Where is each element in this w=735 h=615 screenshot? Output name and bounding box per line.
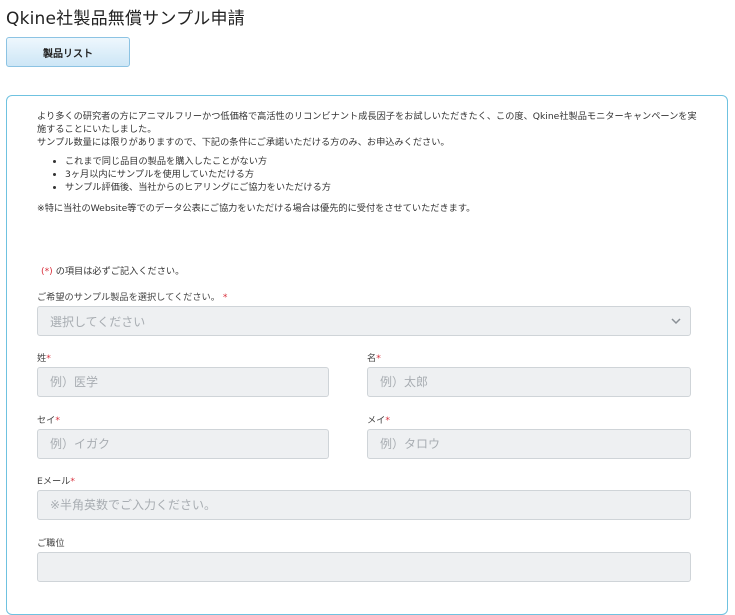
- first-name-kana-input[interactable]: [367, 429, 691, 459]
- label-text: ご希望のサンプル製品を選択してください。: [37, 292, 220, 303]
- page-title: Qkine社製品無償サンプル申請: [6, 9, 245, 29]
- last-name-kana-input[interactable]: [37, 429, 329, 459]
- label-text: メイ: [367, 415, 386, 426]
- required-mark: (*): [41, 266, 53, 277]
- product-list-button[interactable]: 製品リスト: [6, 37, 130, 67]
- required-asterisk: *: [46, 353, 51, 364]
- conditions-list: これまで同じ品目の製品を購入したことがない方 3ヶ月以内にサンプルを使用していた…: [37, 155, 702, 194]
- first-name-input[interactable]: [367, 367, 691, 397]
- required-note-text: の項目は必ずご記入ください。: [55, 266, 185, 277]
- intro-paragraph: より多くの研究者の方にアニマルフリーかつ低価格で高活性のリコンビナント成長因子を…: [37, 111, 697, 135]
- product-select[interactable]: 選択してください: [37, 306, 691, 336]
- condition-item: これまで同じ品目の製品を購入したことがない方: [65, 155, 702, 168]
- job-title-label: ご職位: [37, 535, 65, 549]
- required-note: (*) の項目は必ずご記入ください。: [41, 263, 184, 277]
- label-text: セイ: [37, 415, 56, 426]
- condition-item: 3ヶ月以内にサンプルを使用していただける方: [65, 168, 702, 181]
- label-text: ご職位: [37, 538, 65, 549]
- first-name-label: 名*: [367, 350, 381, 364]
- product-select-value: 選択してください: [50, 314, 146, 329]
- required-asterisk: *: [70, 476, 75, 487]
- intro-paragraph: サンプル数量には限りがありますので、下記の条件にご承諾いただける方のみ、お申込み…: [37, 137, 450, 148]
- last-name-kana-label: セイ*: [37, 412, 60, 426]
- first-name-kana-label: メイ*: [367, 412, 390, 426]
- condition-item: サンプル評価後、当社からのヒアリングにご協力をいただける方: [65, 181, 702, 194]
- required-asterisk: *: [385, 415, 390, 426]
- email-label: Eメール*: [37, 473, 75, 487]
- required-asterisk: *: [55, 415, 60, 426]
- job-title-input[interactable]: [37, 552, 691, 582]
- priority-note: ※特に当社のWebsite等でのデータ公表にご協力をいただける場合は優先的に受付…: [37, 203, 476, 214]
- required-asterisk: *: [376, 353, 381, 364]
- label-text: 名: [367, 353, 377, 364]
- chevron-down-icon: [671, 318, 681, 325]
- label-text: Eメール: [37, 476, 71, 487]
- last-name-input[interactable]: [37, 367, 329, 397]
- email-input[interactable]: [37, 490, 691, 520]
- required-asterisk: *: [222, 292, 228, 303]
- intro-text: より多くの研究者の方にアニマルフリーかつ低価格で高活性のリコンビナント成長因子を…: [37, 110, 702, 215]
- last-name-label: 姓*: [37, 350, 51, 364]
- product-select-label: ご希望のサンプル製品を選択してください。 *: [37, 289, 227, 303]
- label-text: 姓: [37, 353, 47, 364]
- product-list-button-label: 製品リスト: [43, 48, 93, 60]
